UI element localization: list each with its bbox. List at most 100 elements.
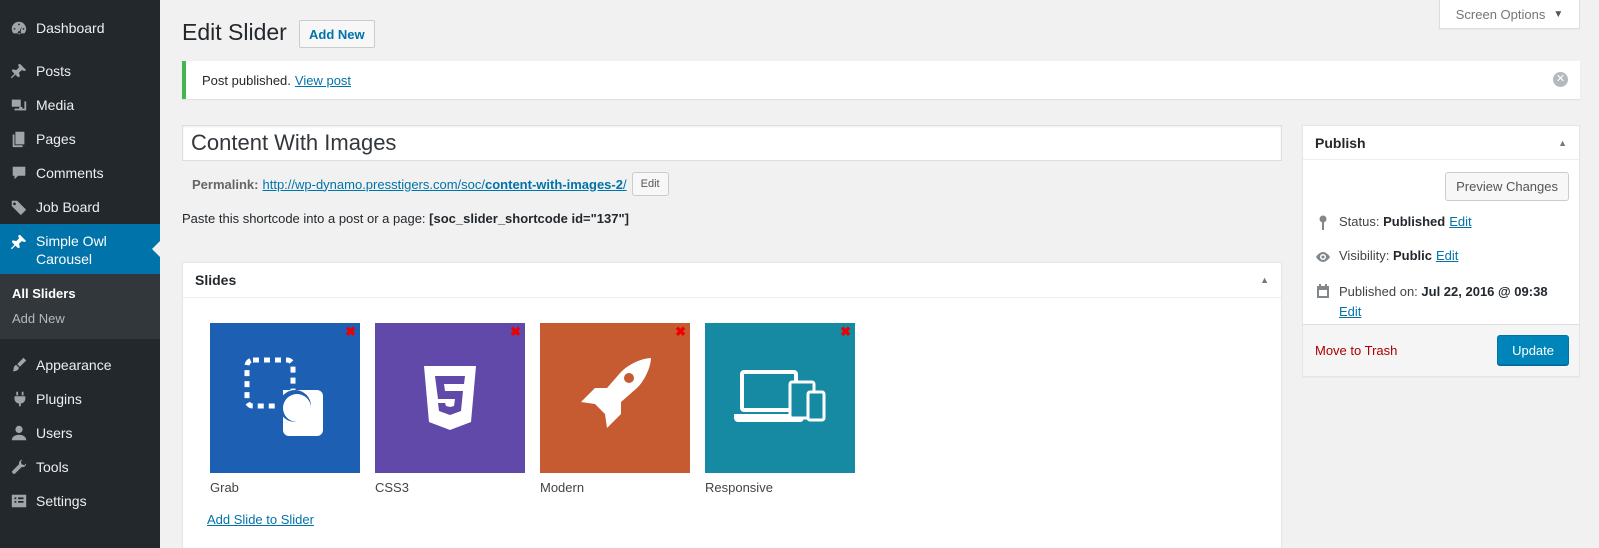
- notice-text: Post published.: [202, 72, 291, 88]
- permalink-label: Permalink:: [192, 176, 259, 192]
- sidebar-item-label: Users: [36, 425, 73, 441]
- sidebar-item-label: Posts: [36, 63, 72, 79]
- sidebar-item-label: Media: [36, 97, 75, 113]
- edit-status-link[interactable]: Edit: [1449, 214, 1471, 229]
- user-icon: [9, 423, 29, 443]
- slide-thumbnail: [375, 323, 525, 473]
- sidebar-item-label: Comments: [36, 165, 104, 181]
- remove-slide-icon[interactable]: ✖: [840, 325, 851, 338]
- view-post-link[interactable]: View post: [295, 73, 351, 88]
- submenu-add-new[interactable]: Add New: [0, 306, 160, 331]
- status-row: Status: Published Edit: [1313, 214, 1472, 232]
- publish-metabox: Publish ▲ Preview Changes Status: Publis…: [1302, 125, 1580, 377]
- slide-item[interactable]: ✖ CSS3: [375, 323, 525, 495]
- permalink-base: http://wp-dynamo.presstigers.com/soc/: [262, 176, 486, 192]
- slides-title: Slides: [195, 272, 237, 288]
- slide-thumbnail: [705, 323, 855, 473]
- published-on-row: Published on: Jul 22, 2016 @ 09:38 Edit: [1313, 282, 1571, 322]
- sidebar-item-label: Appearance: [36, 357, 112, 373]
- sidebar-item-job-board[interactable]: Job Board: [0, 190, 160, 224]
- publish-header[interactable]: Publish ▲: [1303, 126, 1579, 160]
- toggle-arrow-icon[interactable]: ▲: [1260, 275, 1269, 285]
- caret-down-icon: ▼: [1553, 8, 1564, 20]
- sidebar-item-plugins[interactable]: Plugins: [0, 382, 160, 416]
- remove-slide-icon[interactable]: ✖: [345, 325, 356, 338]
- add-new-button[interactable]: Add New: [299, 20, 375, 48]
- status-label: Status:: [1339, 214, 1380, 229]
- eye-icon: [1313, 248, 1333, 266]
- slide-thumbnail: [210, 323, 360, 473]
- grab-icon: [244, 357, 323, 436]
- sidebar-item-appearance[interactable]: Appearance: [0, 348, 160, 382]
- slides-list: ✖ Grab ✖ CSS3 ✖ Modern ✖ Responsive: [210, 323, 870, 495]
- dismiss-icon[interactable]: ✕: [1553, 72, 1568, 87]
- shortcode-code: [soc_slider_shortcode id="137"]: [429, 211, 629, 226]
- calendar-icon: [1313, 282, 1333, 300]
- shortcode-hint: Paste this shortcode into a post or a pa…: [182, 211, 629, 226]
- sidebar-item-dashboard[interactable]: Dashboard: [0, 11, 160, 45]
- slide-item[interactable]: ✖ Modern: [540, 323, 690, 495]
- sidebar-item-label: Settings: [36, 493, 87, 509]
- sidebar-item-posts[interactable]: Posts: [0, 54, 160, 88]
- admin-sidebar: Dashboard Posts Media Pages Comments Job…: [0, 0, 160, 548]
- update-button[interactable]: Update: [1497, 335, 1569, 365]
- sidebar-item-users[interactable]: Users: [0, 416, 160, 450]
- submenu-all-sliders[interactable]: All Sliders: [0, 281, 160, 306]
- visibility-value: Public: [1392, 248, 1432, 263]
- publish-actions: Move to Trash Update: [1303, 324, 1579, 376]
- remove-slide-icon[interactable]: ✖: [510, 325, 521, 338]
- sidebar-item-label: Dashboard: [36, 20, 105, 36]
- brush-icon: [9, 355, 29, 375]
- published-label: Published on:: [1339, 284, 1418, 299]
- sidebar-item-settings[interactable]: Settings: [0, 484, 160, 518]
- visibility-row: Visibility: Public Edit: [1313, 248, 1458, 266]
- permalink-edit-button[interactable]: Edit: [631, 172, 669, 196]
- slides-header[interactable]: Slides ▲: [183, 263, 1281, 298]
- media-icon: [9, 95, 29, 115]
- permalink: Permalink: http://wp-dynamo.presstigers.…: [192, 172, 669, 196]
- sidebar-item-tools[interactable]: Tools: [0, 450, 160, 484]
- carousel-submenu: All Sliders Add New: [0, 274, 160, 339]
- visibility-label: Visibility:: [1339, 248, 1390, 263]
- toggle-arrow-icon[interactable]: ▲: [1558, 138, 1567, 148]
- sidebar-item-label: Simple Owl Carousel: [36, 233, 107, 267]
- remove-slide-icon[interactable]: ✖: [675, 325, 686, 338]
- pages-icon: [9, 129, 29, 149]
- rocket-icon: [581, 358, 651, 428]
- tag-icon: [9, 197, 29, 217]
- devices-icon: [734, 370, 826, 422]
- css3-icon: [424, 366, 476, 430]
- edit-visibility-link[interactable]: Edit: [1436, 248, 1458, 263]
- slide-caption: CSS3: [375, 480, 409, 495]
- post-title-input[interactable]: [182, 125, 1282, 161]
- comment-icon: [9, 163, 29, 183]
- add-slide-link[interactable]: Add Slide to Slider: [207, 512, 314, 527]
- edit-date-link[interactable]: Edit: [1339, 304, 1361, 319]
- slide-caption: Grab: [210, 480, 239, 495]
- permalink-url[interactable]: http://wp-dynamo.presstigers.com/soc/con…: [262, 177, 626, 192]
- permalink-trail: /: [622, 176, 627, 192]
- slide-item[interactable]: ✖ Grab: [210, 323, 360, 495]
- slide-caption: Responsive: [705, 480, 773, 495]
- slide-thumbnail: [540, 323, 690, 473]
- screen-options-label: Screen Options: [1455, 6, 1546, 22]
- sidebar-item-label: Pages: [36, 131, 76, 147]
- publish-title: Publish: [1315, 134, 1366, 151]
- screen-options-button[interactable]: Screen Options ▼: [1439, 0, 1580, 29]
- published-notice: Post published. View post ✕: [182, 61, 1580, 99]
- settings-icon: [9, 491, 29, 511]
- slide-item[interactable]: ✖ Responsive: [705, 323, 855, 495]
- permalink-slug: content-with-images-2: [485, 176, 623, 192]
- published-value: Jul 22, 2016 @ 09:38: [1421, 284, 1548, 299]
- sidebar-item-media[interactable]: Media: [0, 88, 160, 122]
- pin-icon: [9, 232, 29, 252]
- sidebar-item-comments[interactable]: Comments: [0, 156, 160, 190]
- page-title: Edit Slider: [182, 19, 287, 45]
- preview-changes-button[interactable]: Preview Changes: [1445, 172, 1569, 201]
- move-to-trash-link[interactable]: Move to Trash: [1315, 343, 1397, 358]
- sidebar-item-simple-owl-carousel[interactable]: Simple Owl Carousel: [0, 224, 160, 274]
- sidebar-item-label: Tools: [36, 459, 69, 475]
- wrench-icon: [9, 457, 29, 477]
- key-icon: [1313, 214, 1333, 232]
- sidebar-item-pages[interactable]: Pages: [0, 122, 160, 156]
